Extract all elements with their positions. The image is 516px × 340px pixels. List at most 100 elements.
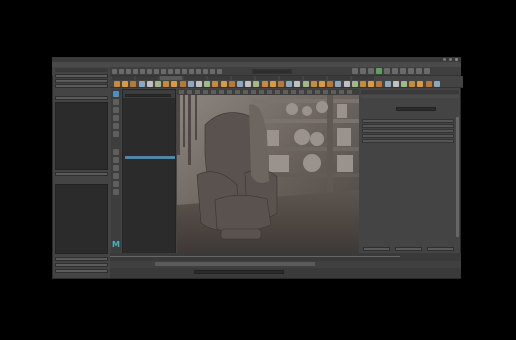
status-line-icon[interactable]: [368, 68, 374, 74]
panel-list[interactable]: [55, 102, 108, 170]
shelf-tool-icon[interactable]: [130, 81, 137, 87]
shelf-tab[interactable]: [328, 76, 350, 80]
panel-button[interactable]: [55, 257, 108, 261]
status-line-icon[interactable]: [360, 68, 366, 74]
shelf-tool-icon[interactable]: [425, 81, 432, 87]
shelf-tab[interactable]: [352, 76, 374, 80]
viewport-tool-icon[interactable]: [299, 90, 304, 94]
status-line-icon[interactable]: [392, 68, 398, 74]
status-line-icon[interactable]: [147, 69, 152, 74]
shelf-tool-icon[interactable]: [187, 81, 194, 87]
outliner-item[interactable]: [125, 124, 175, 127]
maximize-button[interactable]: [449, 58, 452, 61]
attribute-section[interactable]: [362, 139, 454, 143]
outliner-item[interactable]: [125, 120, 175, 123]
viewport-tool-icon[interactable]: [323, 90, 328, 94]
attribute-section[interactable]: [362, 129, 454, 133]
status-line-icon[interactable]: [210, 69, 215, 74]
outliner-item[interactable]: [125, 144, 175, 147]
shelf-tab[interactable]: [280, 76, 302, 80]
outliner-item[interactable]: [125, 116, 175, 119]
status-line-icon[interactable]: [416, 68, 422, 74]
shelf-tool-icon[interactable]: [376, 81, 383, 87]
outliner-item[interactable]: [125, 156, 175, 159]
tool-icon[interactable]: [113, 107, 119, 113]
input-field[interactable]: [252, 69, 292, 74]
status-line-icon[interactable]: [140, 69, 145, 74]
status-line-icon[interactable]: [196, 69, 201, 74]
status-line-icon[interactable]: [203, 69, 208, 74]
outliner-item[interactable]: [125, 104, 175, 107]
attribute-section[interactable]: [362, 134, 454, 138]
status-line-icon[interactable]: [182, 69, 187, 74]
shelf-tool-icon[interactable]: [392, 81, 399, 87]
shelf-tool-icon[interactable]: [245, 81, 252, 87]
viewport-tool-icon[interactable]: [275, 90, 280, 94]
outliner-item[interactable]: [125, 152, 175, 155]
close-button[interactable]: [455, 58, 458, 61]
shelf-tool-icon[interactable]: [294, 81, 301, 87]
outliner-item[interactable]: [125, 128, 175, 131]
panel-button[interactable]: [55, 84, 108, 88]
shelf-tool-icon[interactable]: [179, 81, 186, 87]
shelf-tool-icon[interactable]: [155, 81, 161, 87]
status-line-icon[interactable]: [217, 69, 222, 74]
status-line-icon[interactable]: [352, 68, 358, 74]
status-line-icon[interactable]: [133, 69, 138, 74]
status-line-icon[interactable]: [424, 68, 430, 74]
panel-button[interactable]: [55, 79, 108, 83]
status-line-icon[interactable]: [126, 69, 131, 74]
shelf-tool-icon[interactable]: [261, 81, 268, 87]
outliner-item[interactable]: [125, 108, 175, 111]
shelf-tool-icon[interactable]: [368, 81, 375, 87]
shelf-tool-icon[interactable]: [114, 81, 120, 87]
outliner-search-input[interactable]: [125, 94, 171, 97]
shelf-tool-icon[interactable]: [343, 81, 350, 87]
time-slider[interactable]: [110, 253, 461, 261]
shelf-tool-icon[interactable]: [417, 81, 424, 87]
shelf-tool-icon[interactable]: [228, 81, 235, 87]
range-slider[interactable]: [110, 261, 461, 268]
shelf-tab[interactable]: [160, 76, 182, 80]
viewport-tool-icon[interactable]: [259, 90, 264, 94]
panel-button[interactable]: [55, 96, 108, 100]
attribute-section[interactable]: [362, 124, 454, 128]
shelf-tool-icon[interactable]: [302, 81, 309, 87]
tool-icon[interactable]: [113, 157, 119, 163]
outliner-item[interactable]: [125, 136, 175, 139]
shelf-tab[interactable]: [208, 76, 230, 80]
shelf-tool-icon[interactable]: [237, 81, 243, 87]
status-line-icon[interactable]: [376, 68, 382, 74]
status-line-icon[interactable]: [168, 69, 173, 74]
viewport-tool-icon[interactable]: [235, 90, 240, 94]
status-line-icon[interactable]: [161, 69, 166, 74]
tool-icon[interactable]: [113, 173, 119, 179]
shelf-tab[interactable]: [136, 76, 158, 80]
panel-button[interactable]: [55, 269, 108, 273]
tool-icon[interactable]: [113, 131, 119, 137]
range-bar[interactable]: [155, 262, 315, 266]
shelf-tool-icon[interactable]: [409, 81, 416, 87]
panel-option[interactable]: [55, 91, 108, 95]
shelf-tool-icon[interactable]: [212, 81, 219, 87]
viewport-3d[interactable]: [177, 95, 359, 253]
shelf-tab[interactable]: [256, 76, 278, 80]
outliner-item[interactable]: [125, 148, 175, 151]
shelf-tool-icon[interactable]: [310, 81, 317, 87]
tool-icon[interactable]: [113, 91, 119, 97]
panel-button[interactable]: [55, 172, 108, 176]
shelf-tool-icon[interactable]: [384, 81, 391, 87]
viewport-tool-icon[interactable]: [179, 90, 184, 94]
status-line-icon[interactable]: [175, 69, 180, 74]
status-line-icon[interactable]: [154, 69, 159, 74]
tool-icon[interactable]: [113, 115, 119, 121]
shelf-tool-icon[interactable]: [360, 81, 366, 87]
outliner-item[interactable]: [125, 132, 175, 135]
viewport-tool-icon[interactable]: [187, 90, 192, 94]
shelf-tool-icon[interactable]: [351, 81, 358, 87]
shelf-tool-icon[interactable]: [138, 81, 145, 87]
shelf-tool-icon[interactable]: [433, 81, 440, 87]
tool-icon[interactable]: [113, 99, 119, 105]
shelf-tool-icon[interactable]: [196, 81, 202, 87]
status-line-icon[interactable]: [384, 68, 390, 74]
